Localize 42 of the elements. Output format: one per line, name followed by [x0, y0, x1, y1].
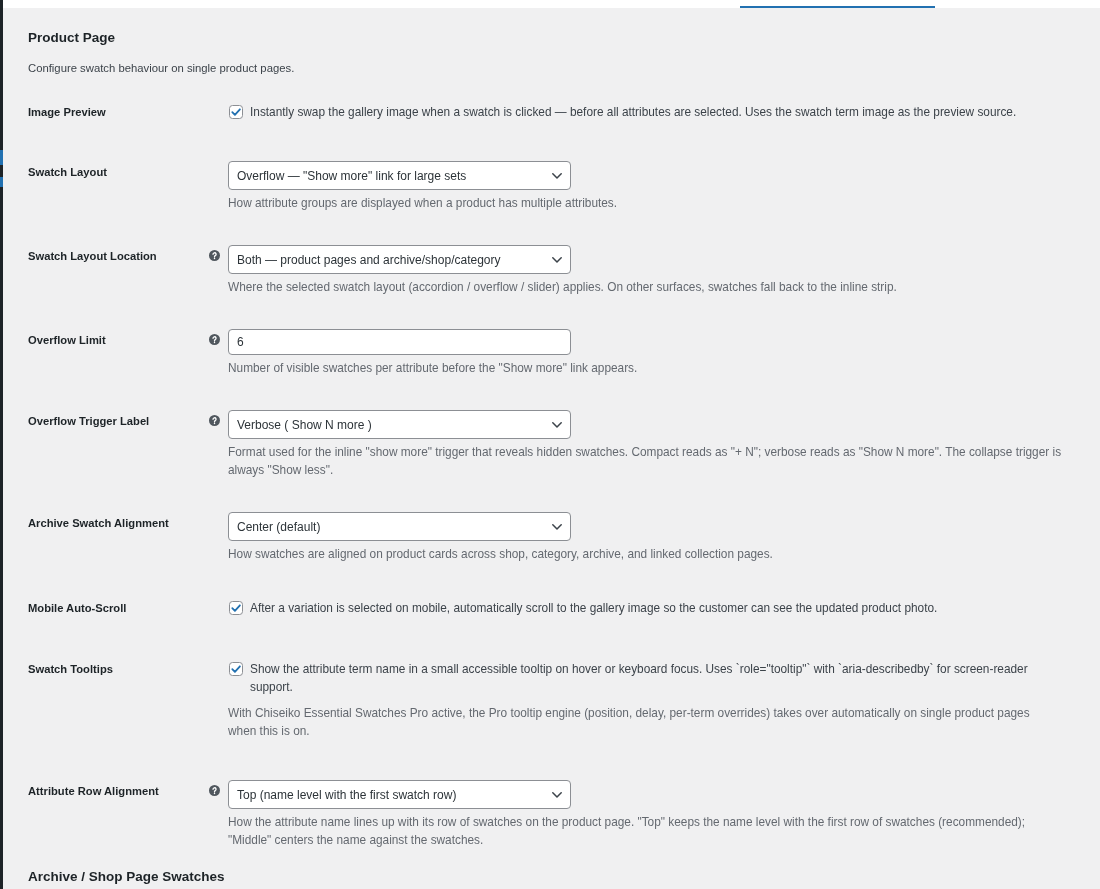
setting-label: Swatch Layout Location — [28, 249, 158, 264]
section-title: Product Page — [28, 29, 117, 47]
help-icon[interactable] — [209, 250, 220, 261]
setting-label: Mobile Auto-Scroll — [28, 601, 128, 616]
setting-description: Number of visible swatches per attribute before the "Show more" link appears. — [228, 360, 638, 377]
setting-label: Attribute Row Alignment — [28, 784, 160, 799]
setting-label: Swatch Layout — [28, 165, 108, 180]
chevron-down-icon — [552, 256, 562, 263]
checkbox[interactable] — [229, 105, 243, 119]
checkbox-label: Show the attribute term name in a small accessible tooltip on hover or keyboard focus. Uses `role="tooltip"` with `aria-describedby` for screen-reader support. — [250, 661, 1029, 696]
setting-description: Format used for the inline "show more" trigger that reveals hidden swatches. Compact reads as "+ N"; verbose reads as "Show N more". The collapse trigger is always "Show less". — [228, 444, 1063, 479]
active-menu-marker — [0, 177, 3, 187]
setting-label: Archive Swatch Alignment — [28, 516, 170, 531]
setting-label: Overflow Trigger Label — [28, 414, 151, 429]
number-input[interactable]: 6 — [228, 329, 571, 355]
select-dropdown[interactable]: Overflow — "Show more" link for large sets — [228, 161, 571, 190]
help-icon[interactable] — [209, 415, 220, 426]
select-dropdown[interactable]: Center (default) — [228, 512, 571, 541]
select-dropdown[interactable]: Top (name level with the first swatch row) — [228, 780, 571, 809]
active-menu-marker — [0, 150, 3, 165]
setting-description: How attribute groups are displayed when a product has multiple attributes. — [228, 195, 618, 212]
help-icon[interactable] — [209, 785, 220, 796]
chevron-down-icon — [552, 421, 562, 428]
setting-description: How swatches are aligned on product cards across shop, category, archive, and linked collection pages. — [228, 546, 773, 563]
setting-note: With Chiseiko Essential Swatches Pro active, the Pro tooltip engine (position, delay, per-term overrides) takes over automatically on single product pages when this is on. — [228, 705, 1031, 740]
setting-label: Swatch Tooltips — [28, 662, 114, 677]
chevron-down-icon — [552, 523, 562, 530]
chevron-down-icon — [552, 791, 562, 798]
setting-label: Overflow Limit — [28, 333, 107, 348]
section-title: Archive / Shop Page Swatches — [28, 868, 226, 886]
section-description: Configure swatch behaviour on single product pages. — [28, 61, 296, 76]
help-icon[interactable] — [209, 334, 220, 345]
select-dropdown[interactable]: Verbose ( Show N more ) — [228, 410, 571, 439]
checkbox-label: After a variation is selected on mobile, automatically scroll to the gallery image so the customer can see the updated product photo. — [250, 600, 938, 617]
chevron-down-icon — [552, 172, 562, 179]
setting-description: How the attribute name lines up with its row of swatches on the product page. "Top" keeps the name level with the first row of swatches (recommended); "Middle" centers the name against the swatches. — [228, 814, 1027, 849]
checkbox-label: Instantly swap the gallery image when a swatch is clicked — before all attributes are selected. Uses the swatch term image as the preview source. — [250, 104, 1017, 121]
select-dropdown[interactable]: Both — product pages and archive/shop/category — [228, 245, 571, 274]
checkbox[interactable] — [229, 662, 243, 676]
setting-description: Where the selected swatch layout (accordion / overflow / slider) applies. On other surfaces, swatches fall back to the inline strip. — [228, 279, 897, 296]
checkbox[interactable] — [229, 601, 243, 615]
setting-label: Image Preview — [28, 105, 107, 120]
